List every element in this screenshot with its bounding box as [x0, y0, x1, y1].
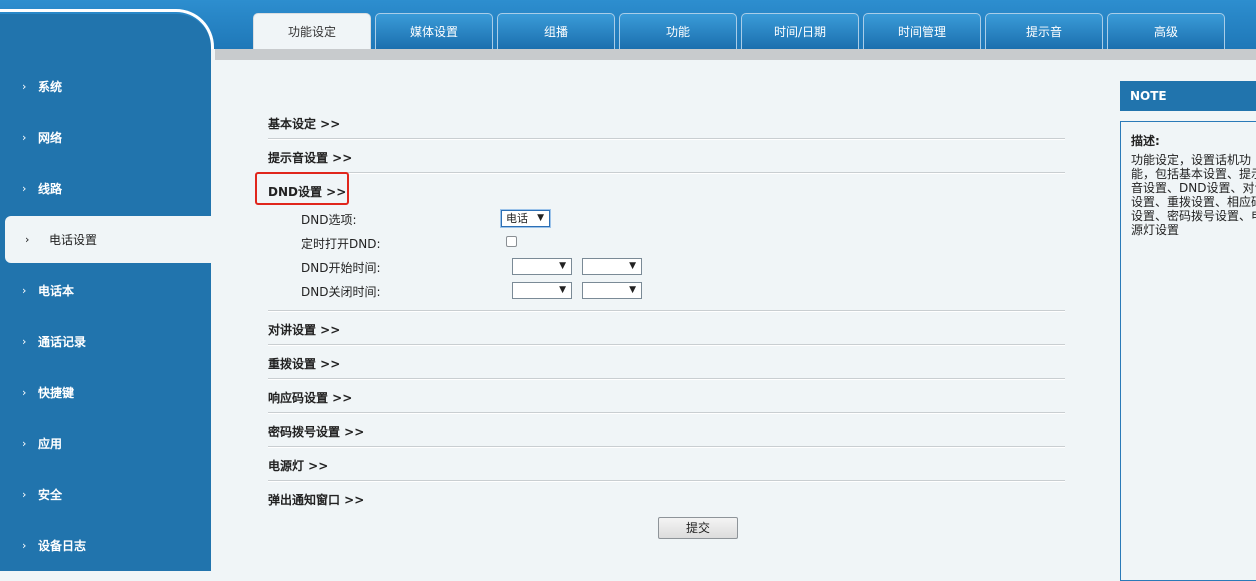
divider: [268, 412, 1065, 414]
chevron-right-icon: ›: [22, 437, 27, 450]
chevron-right-icon: ›: [22, 80, 27, 93]
note-title: 描述:: [1131, 134, 1160, 148]
dnd-timer-label: 定时打开DND:: [301, 237, 381, 251]
sidebar-item-phone-settings[interactable]: › 电话设置: [5, 216, 212, 263]
tab-media-settings[interactable]: 媒体设置: [375, 13, 493, 49]
section-dnd-settings[interactable]: DND设置 >>: [268, 183, 1065, 200]
note-panel: 描述: 功能设定，设置话机功能，包括基本设置、提示音设置、DND设置、对讲设置、…: [1120, 121, 1256, 581]
note-description: 功能设定，设置话机功能，包括基本设置、提示音设置、DND设置、对讲设置、重拨设置…: [1131, 153, 1256, 237]
sidebar-item-label: 电话本: [38, 284, 75, 298]
dnd-timer-checkbox[interactable]: [506, 236, 517, 247]
chevron-right-icon: ›: [22, 488, 27, 501]
divider: [268, 344, 1065, 346]
dnd-option-select[interactable]: 电话 ▼: [500, 209, 551, 228]
sidebar-item-apps[interactable]: › 应用: [0, 420, 211, 467]
sidebar-item-label: 网络: [38, 131, 63, 145]
dnd-end-hour-select[interactable]: ▼: [512, 282, 572, 299]
dropdown-arrow-icon: ▼: [629, 261, 636, 271]
sidebar-item-label: 设备日志: [38, 539, 87, 553]
section-power-led[interactable]: 电源灯 >>: [268, 457, 1065, 474]
tab-advanced[interactable]: 高级: [1107, 13, 1225, 49]
divider: [268, 378, 1065, 380]
tab-tones[interactable]: 提示音: [985, 13, 1103, 49]
dropdown-arrow-icon: ▼: [559, 261, 566, 271]
divider: [268, 138, 1065, 140]
chevron-right-icon: ›: [22, 131, 27, 144]
section-password-dial-settings[interactable]: 密码拨号设置 >>: [268, 423, 1065, 440]
sidebar-item-label: 线路: [38, 182, 63, 196]
divider: [268, 310, 1065, 312]
section-basic-settings[interactable]: 基本设定 >>: [268, 115, 1065, 132]
chevron-right-icon: ›: [22, 386, 27, 399]
submit-button[interactable]: 提交: [658, 517, 738, 539]
sidebar-item-label: 应用: [38, 437, 63, 451]
section-intercom-settings[interactable]: 对讲设置 >>: [268, 321, 1065, 338]
note-header: NOTE: [1120, 81, 1256, 111]
dnd-start-hour-select[interactable]: ▼: [512, 258, 572, 275]
chevron-right-icon: ›: [25, 233, 30, 246]
tab-time-management[interactable]: 时间管理: [863, 13, 981, 49]
sidebar-item-device-log[interactable]: › 设备日志: [0, 522, 211, 569]
chevron-right-icon: ›: [22, 182, 27, 195]
tab-multicast[interactable]: 组播: [497, 13, 615, 49]
tab-underline-bar: [215, 49, 1256, 60]
tab-features[interactable]: 功能: [619, 13, 737, 49]
sidebar-item-label: 系统: [38, 80, 63, 94]
sidebar-item-lines[interactable]: › 线路: [0, 165, 211, 212]
section-redial-settings[interactable]: 重拨设置 >>: [268, 355, 1065, 372]
section-tone-settings[interactable]: 提示音设置 >>: [268, 149, 1065, 166]
section-response-code-settings[interactable]: 响应码设置 >>: [268, 389, 1065, 406]
tab-feature-settings[interactable]: 功能设定: [253, 13, 371, 49]
sidebar-item-shortcuts[interactable]: › 快捷键: [0, 369, 211, 416]
dropdown-arrow-icon: ▼: [629, 285, 636, 295]
chevron-right-icon: ›: [22, 539, 27, 552]
tab-time-date[interactable]: 时间/日期: [741, 13, 859, 49]
dnd-start-minute-select[interactable]: ▼: [582, 258, 642, 275]
dropdown-arrow-icon: ▼: [559, 285, 566, 295]
divider: [268, 446, 1065, 448]
dnd-end-time-label: DND关闭时间:: [301, 285, 381, 299]
chevron-right-icon: ›: [22, 284, 27, 297]
sidebar-decorative-edge: [0, 9, 214, 49]
sidebar-item-label: 通话记录: [38, 335, 87, 349]
sidebar-item-network[interactable]: › 网络: [0, 114, 211, 161]
dnd-end-minute-select[interactable]: ▼: [582, 282, 642, 299]
sidebar-item-label: 快捷键: [38, 386, 75, 400]
dnd-option-label: DND选项:: [301, 213, 357, 227]
dnd-start-time-label: DND开始时间:: [301, 261, 381, 275]
sidebar-item-call-log[interactable]: › 通话记录: [0, 318, 211, 365]
chevron-right-icon: ›: [22, 335, 27, 348]
sidebar-item-label: 电话设置: [49, 233, 98, 247]
divider: [268, 480, 1065, 482]
sidebar-item-label: 安全: [38, 488, 63, 502]
sidebar-item-system[interactable]: › 系统: [0, 63, 211, 110]
divider: [268, 172, 1065, 174]
dnd-option-value: 电话: [506, 212, 528, 225]
dropdown-arrow-icon: ▼: [537, 213, 544, 223]
sidebar-item-phonebook[interactable]: › 电话本: [0, 267, 211, 314]
section-popup-notification[interactable]: 弹出通知窗口 >>: [268, 491, 1065, 508]
sidebar-item-security[interactable]: › 安全: [0, 471, 211, 518]
